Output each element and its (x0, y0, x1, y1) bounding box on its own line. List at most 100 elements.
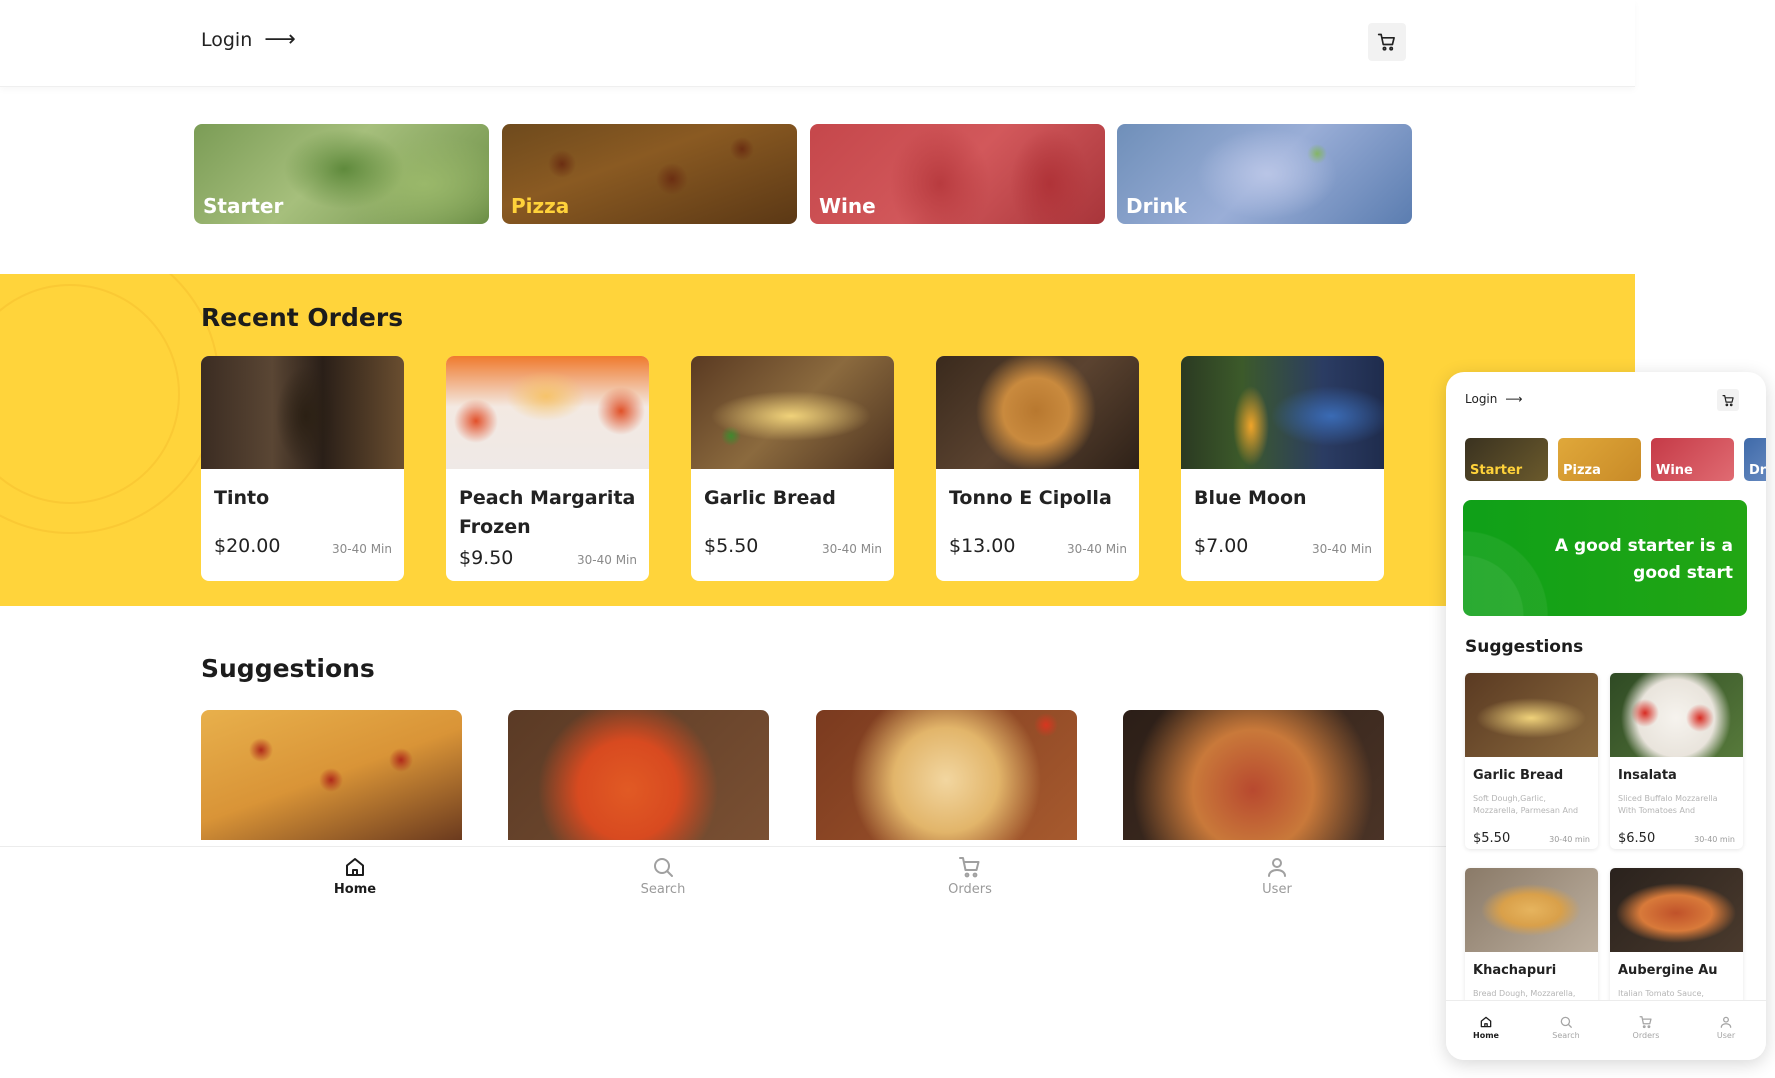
category-label: Starter (203, 194, 284, 218)
order-name: Tinto (214, 487, 270, 509)
order-card[interactable]: Tinto $20.00 30-40 Min (201, 356, 404, 581)
login-label: Login (1465, 392, 1498, 406)
login-label: Login (201, 29, 253, 51)
nav-label: Search (640, 882, 686, 897)
suggestion-card[interactable] (816, 710, 1077, 840)
suggestion-desc: Sliced Buffalo Mozzarella With Tomatoes … (1618, 794, 1718, 815)
recent-orders-title: Recent Orders (201, 303, 404, 332)
order-price: $9.50 (459, 547, 514, 569)
mobile-nav-orders[interactable]: Orders (1621, 1015, 1671, 1040)
mobile-category-drink[interactable]: Dri (1744, 438, 1766, 481)
nav-search[interactable]: Search (623, 855, 703, 897)
order-name: Blue Moon (1194, 487, 1307, 509)
search-icon (1560, 1016, 1572, 1028)
nav-label: User (1262, 882, 1292, 897)
category-tile-drink[interactable]: Drink (1117, 124, 1412, 224)
order-image (691, 356, 894, 469)
order-name: Peach Margarita Frozen (459, 487, 636, 538)
bottom-nav: Home Search Orders User (0, 846, 1460, 908)
suggestion-price: $6.50 (1618, 831, 1656, 846)
suggestion-card[interactable] (508, 710, 769, 840)
category-tile-wine[interactable]: Wine (810, 124, 1105, 224)
search-icon (654, 858, 673, 877)
suggestion-desc: Italian Tomato Sauce, (1618, 989, 1704, 998)
home-icon (1480, 1016, 1492, 1028)
order-card[interactable]: Tonno E Cipolla $13.00 30-40 Min (936, 356, 1139, 581)
promo-banner[interactable]: A good starter is a good start (1463, 500, 1747, 616)
mobile-category-starter[interactable]: Starter (1465, 438, 1548, 481)
order-time: 30-40 Min (822, 542, 882, 556)
suggestion-image (1465, 673, 1598, 757)
category-tile-starter[interactable]: Starter (194, 124, 489, 224)
nav-label: Home (1473, 1031, 1499, 1040)
order-card[interactable]: Garlic Bread $5.50 30-40 Min (691, 356, 894, 581)
mobile-nav-home[interactable]: Home (1461, 1015, 1511, 1040)
mobile-preview: Login ⟶ Starter Pizza Wine Dri A good st… (1446, 372, 1766, 1060)
mobile-cart-button[interactable] (1717, 389, 1739, 411)
arrow-right-icon: ⟶ (1505, 392, 1523, 406)
order-price: $13.00 (949, 535, 1016, 557)
suggestion-price: $5.50 (1473, 831, 1511, 846)
suggestion-name: Insalata (1618, 768, 1677, 783)
cart-icon (1721, 394, 1734, 406)
order-name: Tonno E Cipolla (949, 487, 1112, 509)
arrow-right-icon: ⟶ (264, 27, 296, 52)
suggestion-card[interactable] (1123, 710, 1384, 840)
category-label: Wine (819, 194, 876, 218)
order-price: $5.50 (704, 535, 759, 557)
nav-label: User (1716, 1031, 1736, 1040)
order-time: 30-40 Min (1067, 542, 1127, 556)
category-label: Pizza (511, 194, 570, 218)
category-label: Drink (1126, 194, 1187, 218)
category-tile-pizza[interactable]: Pizza (502, 124, 797, 224)
nav-label: Orders (1632, 1031, 1660, 1040)
mobile-suggestion-card[interactable]: Garlic Bread Soft Dough,Garlic, Mozzarel… (1465, 673, 1598, 849)
mobile-nav-search[interactable]: Search (1541, 1015, 1591, 1040)
nav-orders[interactable]: Orders (930, 855, 1010, 897)
nav-label: Orders (948, 882, 992, 897)
suggestion-name: Khachapuri (1473, 963, 1557, 978)
mobile-suggestions-title: Suggestions (1465, 637, 1584, 657)
suggestions-title: Suggestions (201, 654, 375, 683)
home-icon (346, 858, 364, 876)
user-icon (1268, 858, 1286, 877)
nav-user[interactable]: User (1237, 855, 1317, 897)
nav-label: Search (1552, 1031, 1580, 1040)
order-time: 30-40 Min (577, 553, 637, 567)
order-image (1181, 356, 1384, 469)
order-image (201, 356, 404, 469)
suggestion-card[interactable] (201, 710, 462, 840)
login-link[interactable]: Login ⟶ (201, 27, 296, 52)
order-price: $7.00 (1194, 535, 1249, 557)
order-image (446, 356, 649, 469)
order-price: $20.00 (214, 535, 281, 557)
top-header: Login ⟶ (0, 0, 1635, 87)
suggestion-image (1610, 868, 1743, 952)
nav-home[interactable]: Home (315, 855, 395, 897)
user-icon (1720, 1016, 1732, 1028)
category-label: Starter (1470, 463, 1523, 478)
suggestion-time: 30-40 min (1549, 835, 1590, 844)
mobile-bottom-nav: Home Search Orders User (1446, 1000, 1766, 1060)
suggestion-desc: Soft Dough,Garlic, Mozzarella, Parmesan … (1473, 794, 1579, 815)
suggestion-name: Aubergine Au (1618, 963, 1718, 978)
mobile-category-wine[interactable]: Wine (1651, 438, 1734, 481)
order-card[interactable]: Peach Margarita Frozen $9.50 30-40 Min (446, 356, 649, 581)
mobile-login-link[interactable]: Login ⟶ (1465, 392, 1523, 406)
order-time: 30-40 Min (332, 542, 392, 556)
suggestion-name: Garlic Bread (1473, 768, 1564, 783)
orders-cart-icon (1639, 1016, 1652, 1029)
cart-button[interactable] (1368, 23, 1406, 61)
category-label: Dri (1749, 463, 1766, 478)
suggestion-desc: Bread Dough, Mozzarella, (1473, 989, 1576, 998)
suggestion-time: 30-40 min (1694, 835, 1735, 844)
mobile-suggestion-card[interactable]: Insalata Sliced Buffalo Mozzarella With … (1610, 673, 1743, 849)
cart-icon (1377, 33, 1395, 51)
order-time: 30-40 Min (1312, 542, 1372, 556)
mobile-nav-user[interactable]: User (1701, 1015, 1751, 1040)
mobile-category-pizza[interactable]: Pizza (1558, 438, 1641, 481)
category-label: Pizza (1563, 463, 1601, 478)
suggestion-image (1465, 868, 1598, 952)
order-card[interactable]: Blue Moon $7.00 30-40 Min (1181, 356, 1384, 581)
nav-label: Home (333, 882, 377, 897)
